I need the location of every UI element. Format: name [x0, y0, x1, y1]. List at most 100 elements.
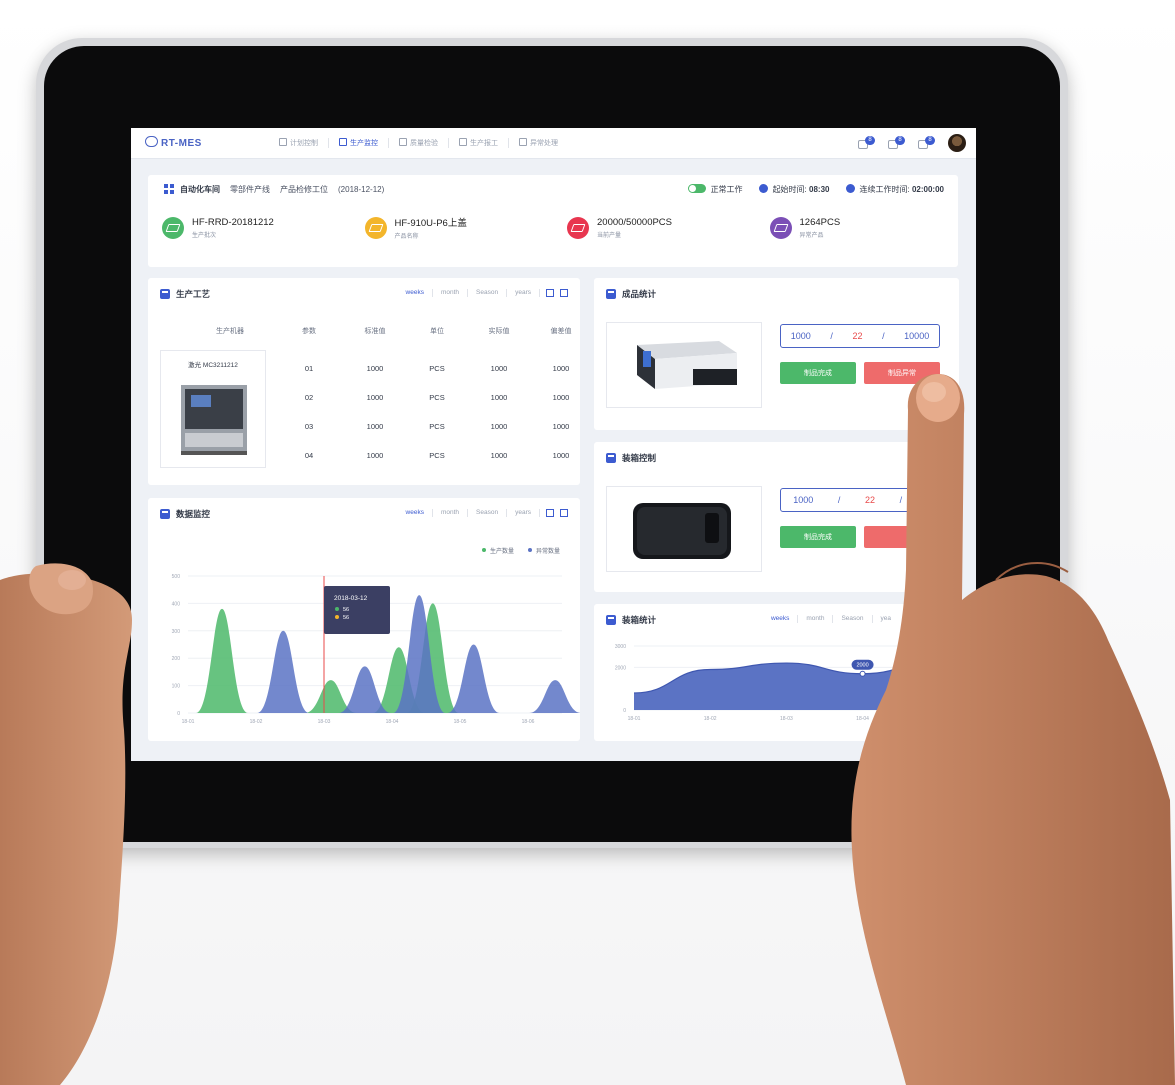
table-cell: 1000 — [552, 451, 570, 460]
process-card: 生产工艺 weeks month Season years 生产机器 参数 标准… — [148, 278, 580, 485]
machine-image — [181, 385, 247, 455]
cube-icon — [160, 289, 170, 299]
y-tick-label: 300 — [172, 629, 181, 635]
monitor-chart[interactable]: 0 100 200 300 400 500 18-01 18-02 18-03 18-04 18-0… — [148, 498, 580, 741]
table-cell: PCS — [429, 451, 445, 460]
col-header: 参数 — [302, 328, 316, 335]
kpi-value: HF-910U-P6上盖 — [394, 218, 467, 229]
nav-quality[interactable]: 质量检验 — [389, 138, 449, 148]
section-title: 生产工艺 — [160, 288, 210, 300]
tooltip-dot — [335, 615, 339, 619]
nav-exception[interactable]: 异常处理 — [509, 138, 568, 148]
left-hand — [0, 563, 132, 1085]
x-tick-label: 18-04 — [386, 719, 399, 725]
kpi-label: 异常产品 — [799, 232, 824, 239]
chart-icon — [279, 138, 287, 146]
table-cell: 1000 — [490, 451, 508, 460]
series-peak-exception[interactable] — [447, 644, 500, 714]
table-cell: 1000 — [366, 364, 384, 373]
table-cell: PCS — [429, 422, 445, 431]
tooltip-dot — [335, 607, 339, 611]
series-peak-exception[interactable] — [257, 630, 310, 713]
section-title: 装箱控制 — [606, 452, 656, 464]
y-tick-label: 200 — [172, 656, 181, 662]
tab-years[interactable]: years — [507, 289, 540, 297]
kpi-row: HF-RRD-20181212 生产批次 HF-910U-P6上盖产品名称 200… — [148, 215, 958, 240]
settings-icon[interactable] — [560, 289, 568, 297]
table-cell: 1000 — [552, 393, 570, 402]
mail-button[interactable]: 8 — [918, 136, 935, 150]
tooltip — [324, 586, 390, 634]
kpi-label: 生产批次 — [192, 232, 217, 239]
table-cell: 1000 — [490, 393, 508, 402]
alert-icon — [519, 138, 527, 146]
kpi-defects: 1264PCS 异常产品 — [756, 215, 959, 240]
status-toggle[interactable]: 正常工作 — [687, 183, 743, 195]
top-nav-bar: RT-MES 计划控制 生产监控 质量检验 生产报工 异常处理 8 8 8 — [131, 128, 976, 159]
box-icon — [606, 453, 616, 463]
tab-season[interactable]: Season — [468, 289, 508, 297]
y-tick-label: 500 — [172, 574, 181, 580]
kpi-output: 20000/50000PCS 当前产量 — [553, 215, 756, 240]
line-label: 零部件产线 — [230, 184, 270, 194]
tab-month[interactable]: month — [433, 289, 469, 297]
series-peak-exception[interactable] — [529, 680, 580, 713]
layers-icon — [769, 216, 792, 239]
user-avatar[interactable] — [948, 134, 966, 152]
col-header: 标准值 — [364, 328, 386, 335]
workshop-label: 自动化车间 — [180, 184, 220, 194]
message-button[interactable]: 8 — [888, 136, 905, 150]
nav-plan[interactable]: 计划控制 — [269, 138, 329, 148]
section-title: 成品统计 — [606, 288, 656, 300]
grid-icon — [164, 184, 174, 194]
complete-button[interactable]: 制品完成 — [780, 526, 856, 548]
kpi-value: HF-RRD-20181212 — [192, 216, 274, 228]
finished-ratio[interactable]: 1000/22/10000 — [780, 324, 940, 348]
table-cell: 1000 — [490, 422, 508, 431]
right-hand — [851, 374, 1175, 1085]
table-cell: 1000 — [366, 451, 384, 460]
x-tick-label: 18-03 — [780, 716, 793, 722]
kpi-value: 20000/50000PCS — [597, 216, 673, 228]
product-image — [637, 341, 737, 389]
y-tick-label: 100 — [172, 684, 181, 690]
col-header: 偏差值 — [550, 328, 572, 335]
x-tick-label: 18-02 — [250, 719, 263, 725]
cloud-icon — [145, 136, 158, 147]
nav-monitor[interactable]: 生产监控 — [329, 138, 389, 148]
kpi-label: 当前产量 — [597, 232, 622, 239]
machine-name: 激光 MC3211212 — [188, 362, 238, 369]
monitor-card: 数据监控 weeks month Season years 生产数量 异常数量 … — [148, 498, 580, 741]
table-cell: 1000 — [366, 422, 384, 431]
table-cell: 01 — [304, 364, 314, 373]
y-tick-label: 0 — [177, 711, 180, 717]
period-tabs: weeks month Season years — [398, 289, 568, 297]
table-cell: 1000 — [366, 393, 384, 402]
x-tick-label: 18-06 — [522, 719, 535, 725]
report-icon — [459, 138, 467, 146]
table-cell: PCS — [429, 364, 445, 373]
duration: 连续工作时间: 02:00:00 — [845, 183, 944, 195]
complete-button[interactable]: 制品完成 — [780, 362, 856, 384]
series-peak-production[interactable] — [196, 608, 248, 713]
nav-report[interactable]: 生产报工 — [449, 138, 509, 148]
x-tick-label: 18-01 — [182, 719, 195, 725]
product-image — [633, 503, 731, 559]
station-label: 产品检修工位 — [280, 184, 328, 194]
machine-card: 激光 MC3211212 — [160, 350, 266, 468]
kpi-product: HF-910U-P6上盖产品名称 — [351, 215, 554, 240]
kpi-label: 产品名称 — [394, 234, 419, 240]
expand-icon[interactable] — [546, 289, 554, 297]
tab-weeks[interactable]: weeks — [398, 289, 433, 297]
col-header: 单位 — [430, 328, 444, 335]
x-tick-label: 18-01 — [628, 716, 641, 722]
x-tick-label: 18-03 — [318, 719, 331, 725]
kpi-value: 1264PCS — [799, 216, 841, 228]
table-icon — [606, 289, 616, 299]
notification-button[interactable]: 8 — [858, 136, 875, 150]
table-cell: 1000 — [552, 422, 570, 431]
x-tick-label: 18-02 — [704, 716, 717, 722]
summary-card: 自动化车间 零部件产线 产品检修工位 (2018-12-12) 正常工作 起始时… — [148, 175, 958, 267]
app-logo[interactable]: RT-MES — [145, 136, 202, 149]
clock-icon — [399, 138, 407, 146]
